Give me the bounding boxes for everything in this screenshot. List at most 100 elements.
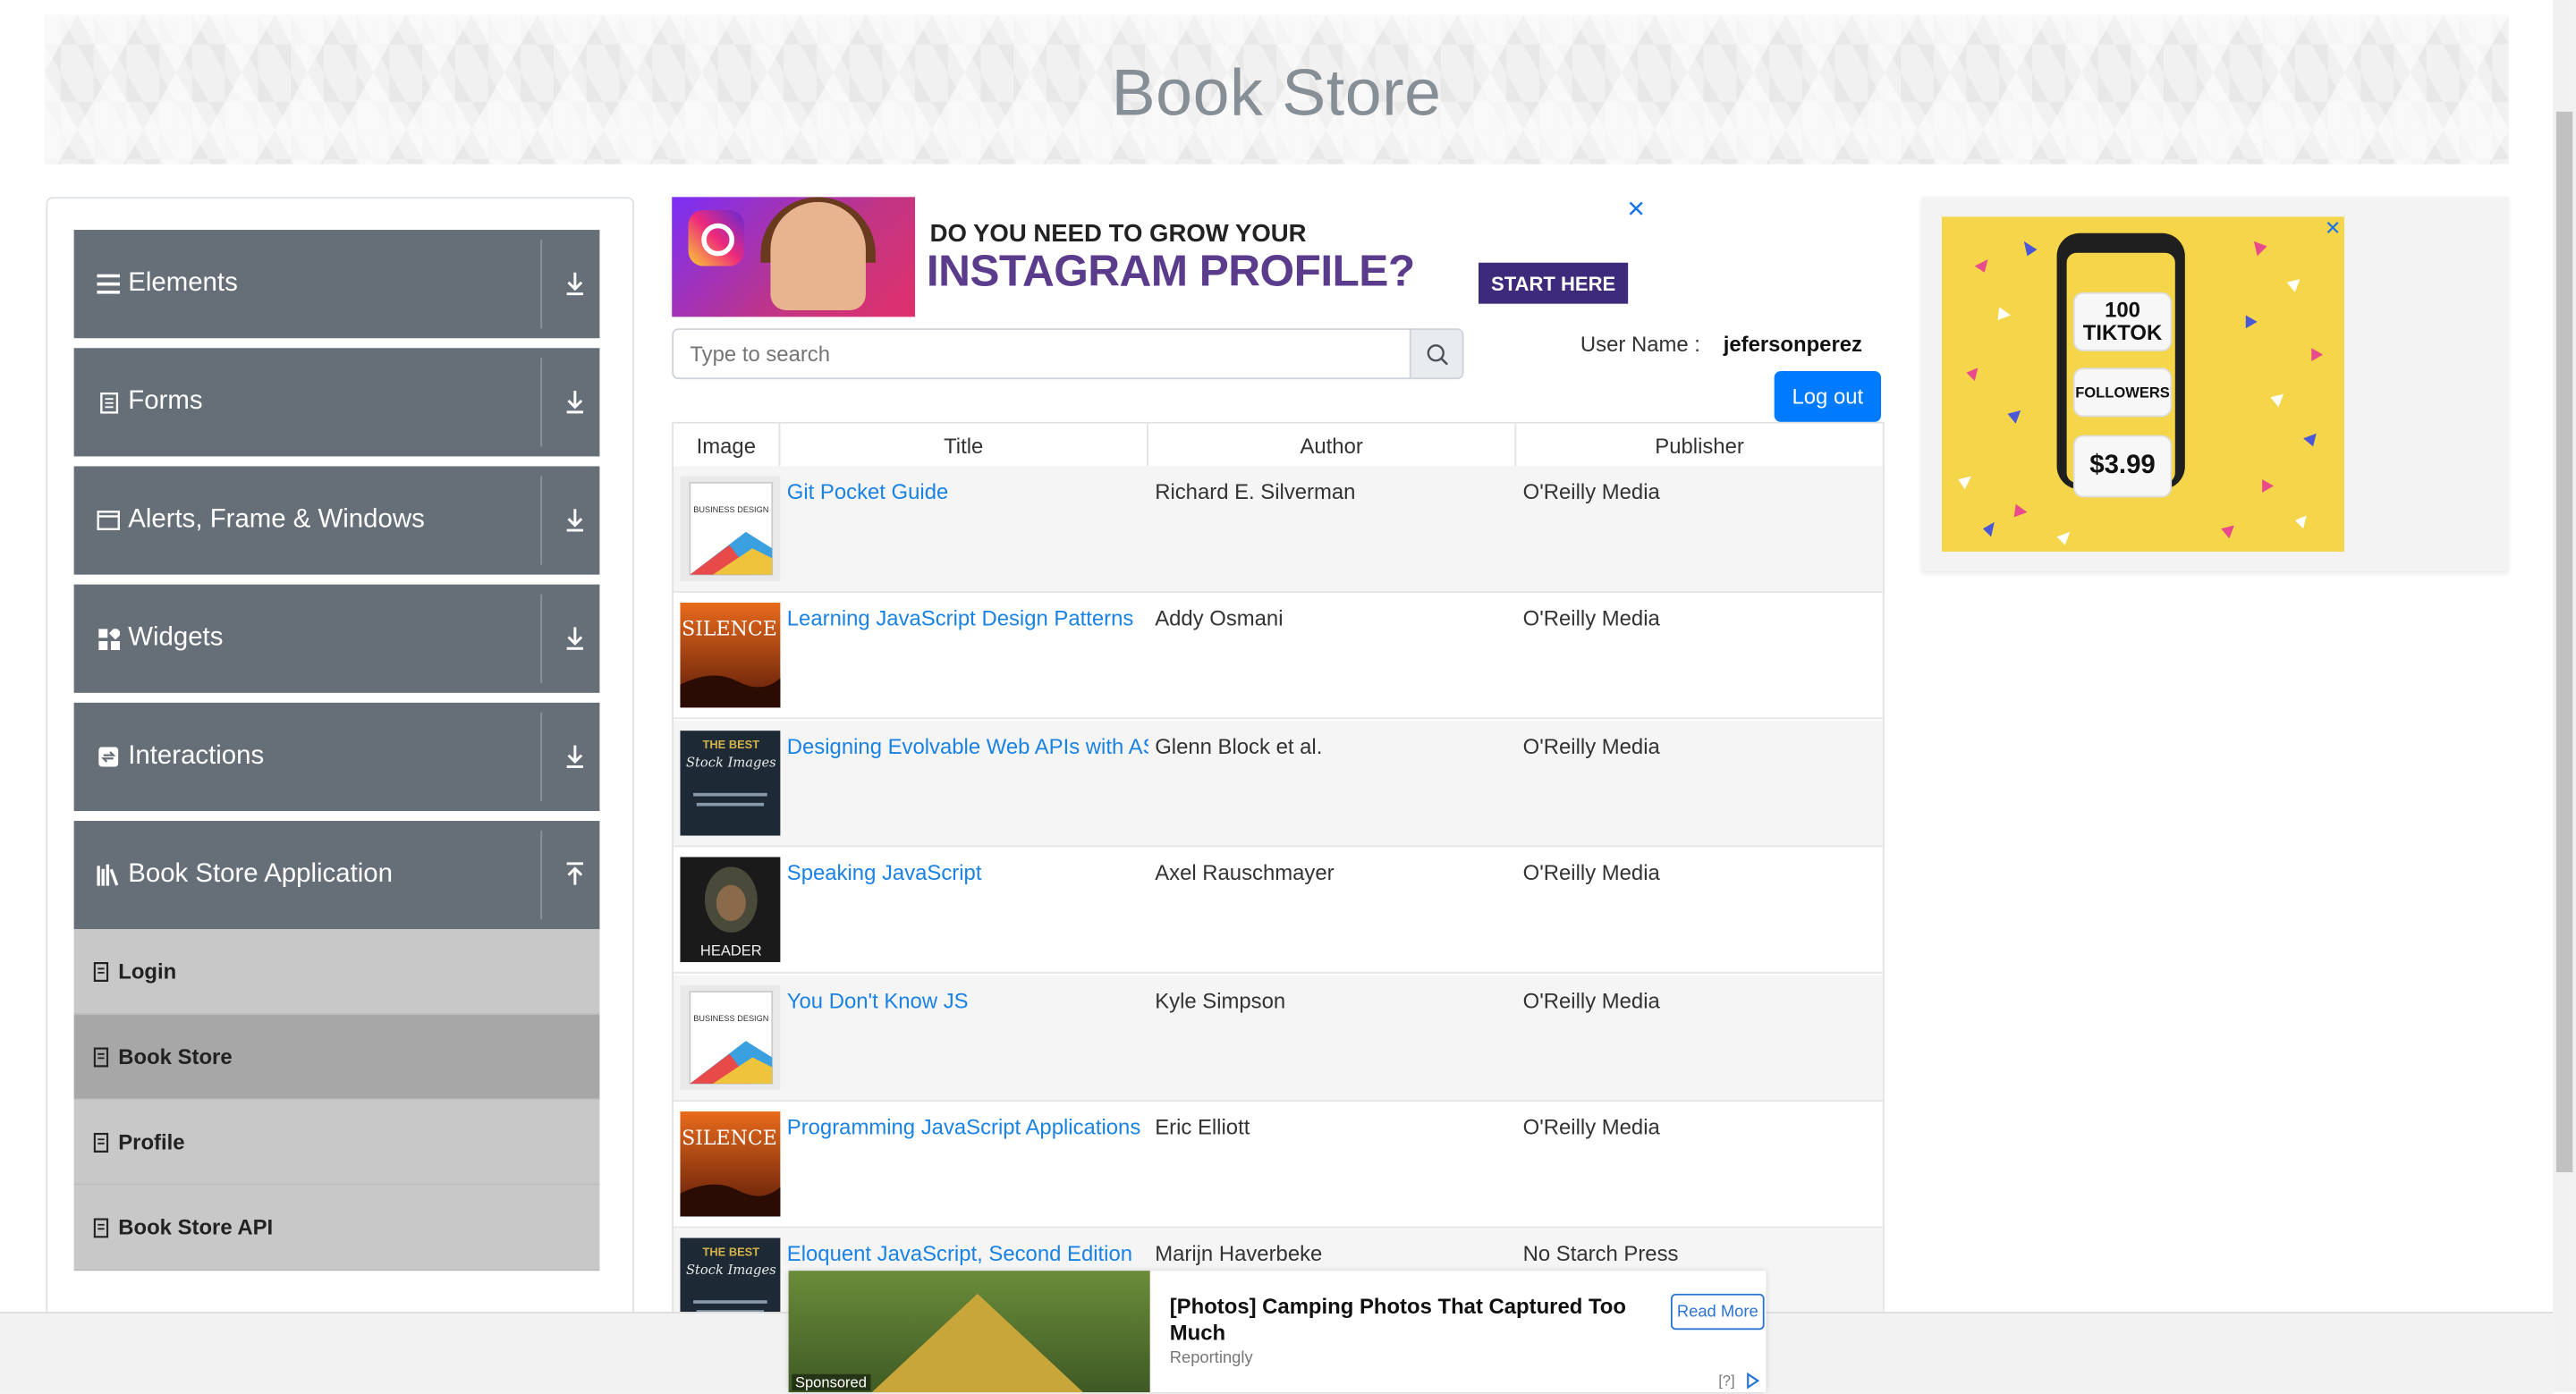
ad-brand: TIKTOK [2082,320,2163,345]
ad-start-button[interactable]: START HERE [1479,262,1629,304]
cover-title: THE BEST [703,738,760,751]
book-cover-image: SILENCE [680,603,781,709]
close-icon[interactable]: ✕ [2325,216,2341,240]
cover-title: BUSINESS DESIGN [693,505,768,514]
instagram-ad-banner[interactable]: DO YOU NEED TO GROW YOUR INSTAGRAM PROFI… [672,197,1646,317]
cover-title: SILENCE [682,619,777,641]
table-row: THE BEST Stock Images Designing Evolvable … [674,720,1883,848]
download-arrow-icon[interactable] [564,387,587,417]
divider [540,476,543,565]
book-publisher: O'Reilly Media [1522,479,1660,504]
search-input[interactable] [672,328,1411,380]
sidebar-group-label: Elements [128,269,238,298]
download-arrow-icon[interactable] [564,742,587,772]
interactions-icon [97,746,120,769]
sidebar-group-widgets[interactable]: Widgets [73,584,600,693]
book-title-link[interactable]: Learning JavaScript Design Patterns [787,606,1148,631]
divider [540,831,543,920]
ad-source: Reportingly [1169,1349,1253,1368]
tiktok-ad[interactable]: 100 TIKTOK FOLLOWERS $3.99 ✕ [1921,197,2509,571]
sidebar-group-book-store-application[interactable]: Book Store Application [73,821,600,930]
book-cover-image: BUSINESS DESIGN [680,984,781,1090]
ad-count: 100 [2105,297,2140,322]
ad-photo: Sponsored [788,1271,1150,1393]
download-arrow-icon[interactable] [564,624,587,654]
cover-subtitle: Stock Images [686,755,776,770]
sidebar-group-interactions[interactable]: Interactions [73,702,600,812]
ad-question: DO YOU NEED TO GROW YOUR [929,220,1307,249]
user-name-value: jefersonperez [1723,331,1862,357]
search-box [672,328,1464,380]
sidebar-item-book-store[interactable]: Book Store [73,1014,600,1101]
column-header-image[interactable]: Image [674,423,781,467]
book-publisher: O'Reilly Media [1522,987,1660,1013]
table-row: BUSINESS DESIGN You Don't Know JS Kyle Sim… [674,974,1883,1102]
instagram-icon [688,210,745,266]
book-cover-image: HEADER [680,857,781,963]
book-title-link[interactable]: Speaking JavaScript [787,860,1148,885]
download-arrow-icon[interactable] [564,506,587,536]
ad-followers-box: FOLLOWERS [2072,368,2173,418]
book-title-link[interactable]: Git Pocket Guide [787,479,1148,504]
ad-count-box: 100 TIKTOK [2072,291,2173,351]
sidebar-group-label: Forms [128,387,203,416]
book-publisher: No Starch Press [1522,1241,1679,1267]
cover-title: SILENCE [682,1128,777,1150]
book-title-link[interactable]: Designing Evolvable Web APIs with ASP.NE… [787,733,1148,758]
search-button[interactable] [1409,328,1464,380]
book-author: Glenn Block et al. [1155,733,1323,758]
sidebar-item-book-store-api[interactable]: Book Store API [73,1185,600,1271]
sidebar-group-alerts[interactable]: Alerts, Frame & Windows [73,466,600,575]
books-icon [97,864,120,887]
book-title-link[interactable]: Programming JavaScript Applications [787,1115,1148,1140]
window-icon [97,509,120,532]
close-icon[interactable]: ✕ [1626,197,1646,223]
page-scrollbar[interactable] [2553,0,2576,1393]
upload-arrow-icon[interactable] [564,860,587,890]
scrollbar-thumb[interactable] [2555,111,2573,1172]
sidebar-group-elements[interactable]: Elements [73,230,600,339]
column-header-author[interactable]: Author [1148,423,1517,467]
sidebar-item-profile[interactable]: Profile [73,1100,600,1186]
table-row: SILENCE Learning JavaScript Design Patter… [674,594,1883,720]
table-row: BUSINESS DESIGN Git Pocket Guide Richard E… [674,466,1883,593]
column-header-title[interactable]: Title [780,423,1148,467]
book-title-link[interactable]: You Don't Know JS [787,988,1148,1013]
logout-button[interactable]: Log out [1774,370,1882,422]
sidebar-item-label: Book Store [118,1043,233,1069]
book-publisher: O'Reilly Media [1522,860,1660,886]
adchoices-icon[interactable] [1745,1372,1761,1390]
book-title-link[interactable]: Eloquent JavaScript, Second Edition [787,1242,1148,1267]
book-author: Kyle Simpson [1155,987,1286,1013]
sidebar-group-forms[interactable]: Forms [73,348,600,457]
sidebar-group-label: Book Store Application [128,860,393,889]
sponsored-ad[interactable]: Sponsored [Photos] Camping Photos That C… [788,1271,1767,1393]
document-icon [93,1217,109,1238]
page-title: Book Store [1111,57,1442,131]
column-header-publisher[interactable]: Publisher [1516,424,1883,467]
download-arrow-icon[interactable] [564,269,587,299]
ad-info-link[interactable]: [?] [1718,1373,1734,1389]
tent-graphic [854,1293,1101,1393]
book-cover-image: THE BEST Stock Images [680,730,781,836]
ad-headline[interactable]: [Photos] Camping Photos That Captured To… [1170,1294,1647,1347]
read-more-button[interactable]: Read More [1670,1293,1765,1331]
book-cover-image: BUSINESS DESIGN [680,476,781,581]
cover-title: BUSINESS DESIGN [693,1013,768,1022]
ad-followers: FOLLOWERS [2075,384,2170,401]
sponsored-label: Sponsored [792,1373,870,1391]
ad-photo [672,197,916,317]
form-icon [97,391,120,414]
sidebar-group-label: Widgets [128,623,224,652]
ad-person [770,201,866,311]
book-publisher: O'Reilly Media [1522,606,1660,631]
sidebar-item-label: Login [118,959,177,984]
document-icon [93,1046,109,1067]
table-row: HEADER Speaking JavaScript Axel Rauschmaye… [674,848,1883,975]
divider [540,594,543,683]
book-author: Marijn Haverbeke [1155,1241,1323,1267]
book-author: Eric Elliott [1155,1114,1250,1140]
book-author: Addy Osmani [1155,606,1284,631]
sidebar-item-login[interactable]: Login [73,929,600,1015]
divider [540,712,543,802]
